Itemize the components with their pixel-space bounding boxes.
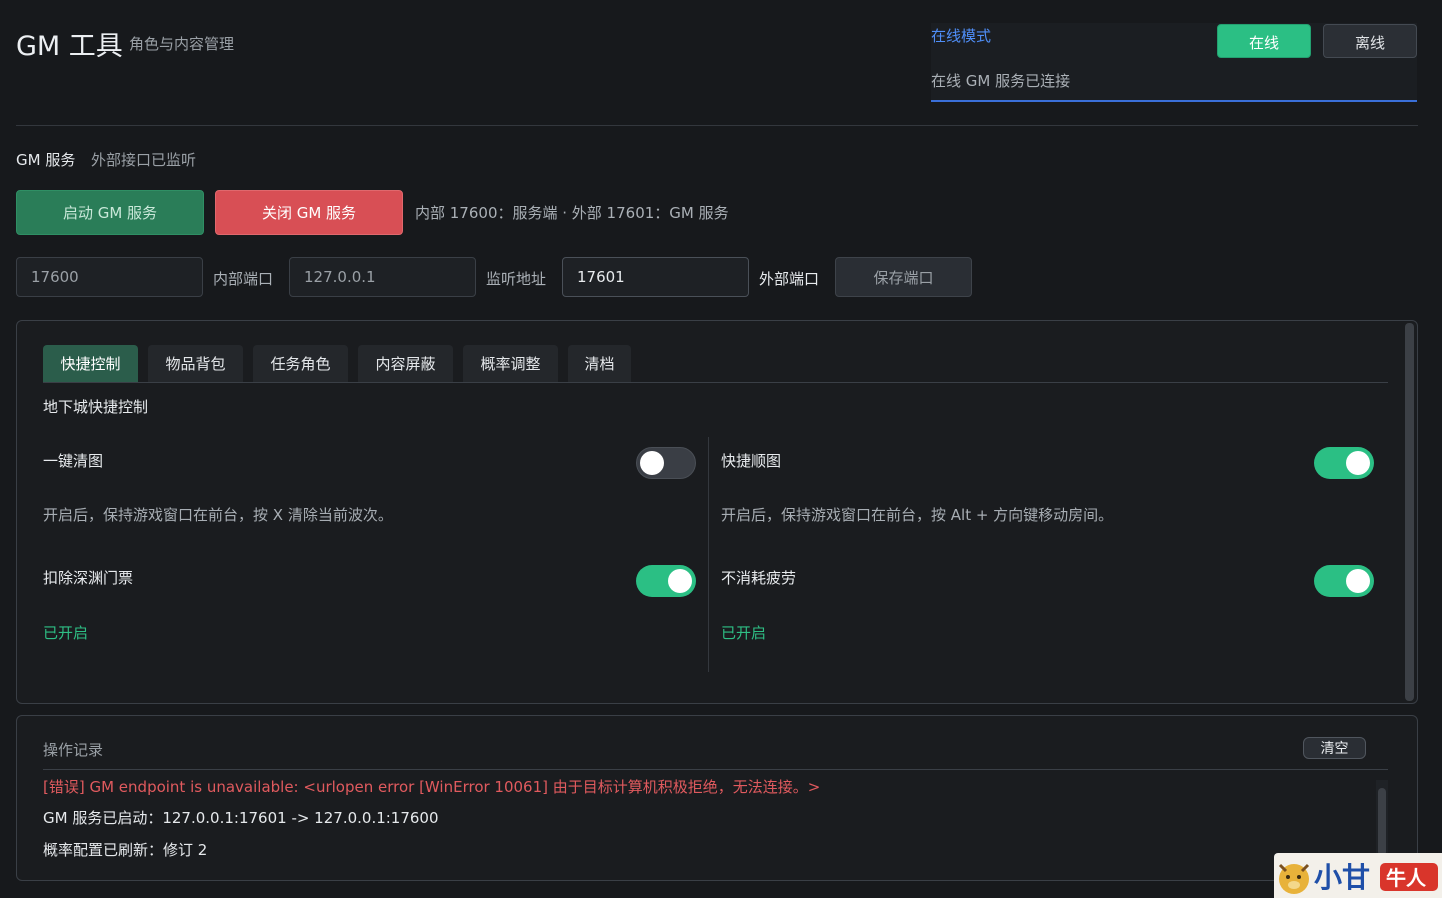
section-title: 地下城快捷控制 — [43, 398, 149, 416]
toggle-knob — [1346, 569, 1370, 593]
option-desc-quick-move: 开启后，保持游戏窗口在前台，按 Alt + 方向键移动房间。 — [721, 506, 1114, 524]
toggle-no-fatigue[interactable] — [1314, 565, 1374, 597]
panel-scrollbar[interactable] — [1405, 323, 1414, 701]
offline-button[interactable]: 离线 — [1323, 24, 1417, 58]
save-port-button[interactable]: 保存端口 — [835, 257, 972, 297]
service-status: 外部接口已监听 — [91, 151, 197, 169]
internal-port-label: 内部端口 — [213, 270, 274, 288]
mode-status-text: 在线 GM 服务已连接 — [931, 72, 1071, 90]
tab-probability[interactable]: 概率调整 — [463, 345, 558, 382]
clear-log-button[interactable]: 清空 — [1303, 737, 1366, 759]
log-entry-error: [错误] GM endpoint is unavailable: <urlope… — [43, 778, 821, 796]
toggle-knob — [668, 569, 692, 593]
tab-divider — [43, 382, 1388, 383]
app-subtitle: 角色与内容管理 — [129, 35, 235, 53]
tab-content-block[interactable]: 内容屏蔽 — [358, 345, 453, 382]
svg-text:小甘: 小甘 — [1314, 861, 1370, 894]
tab-clear-save[interactable]: 清档 — [568, 345, 631, 382]
port-info-text: 内部 17600：服务端 · 外部 17601：GM 服务 — [415, 204, 729, 222]
tab-quick-control[interactable]: 快捷控制 — [43, 345, 138, 382]
option-state-abyss-ticket: 已开启 — [43, 624, 89, 642]
log-title: 操作记录 — [43, 741, 104, 759]
log-entry: 概率配置已刷新：修订 2 — [43, 841, 208, 859]
external-port-label: 外部端口 — [759, 270, 820, 288]
option-desc-clear-map: 开启后，保持游戏窗口在前台，按 X 清除当前波次。 — [43, 506, 393, 524]
svg-text:牛人: 牛人 — [1386, 866, 1427, 890]
option-state-no-fatigue: 已开启 — [721, 624, 767, 642]
header-divider — [16, 125, 1418, 126]
log-scrollbar[interactable] — [1378, 788, 1386, 856]
external-port-input[interactable]: 17601 — [562, 257, 749, 297]
toggle-quick-move[interactable] — [1314, 447, 1374, 479]
control-panel: 快捷控制 物品背包 任务角色 内容屏蔽 概率调整 清档 地下城快捷控制 一键清图… — [16, 320, 1418, 704]
start-service-button[interactable]: 启动 GM 服务 — [16, 190, 204, 235]
toggle-abyss-ticket[interactable] — [636, 565, 696, 597]
mode-panel: 在线模式 在线 离线 在线 GM 服务已连接 — [931, 23, 1417, 102]
tab-inventory[interactable]: 物品背包 — [148, 345, 243, 382]
log-panel: 操作记录 清空 [错误] GM endpoint is unavailable:… — [16, 715, 1418, 881]
watermark-graphic: 小甘 牛人 — [1278, 861, 1438, 894]
internal-port-input[interactable]: 17600 — [16, 257, 203, 297]
log-entry: GM 服务已启动：127.0.0.1:17601 -> 127.0.0.1:17… — [43, 809, 439, 827]
service-title: GM 服务 — [16, 151, 76, 169]
stop-service-button[interactable]: 关闭 GM 服务 — [215, 190, 403, 235]
option-label-no-fatigue: 不消耗疲劳 — [721, 569, 797, 587]
mode-label: 在线模式 — [931, 27, 992, 45]
app-title: GM 工具 — [16, 31, 123, 62]
listen-address-input[interactable]: 127.0.0.1 — [289, 257, 476, 297]
online-button[interactable]: 在线 — [1217, 24, 1311, 58]
toggle-knob — [1346, 451, 1370, 475]
column-divider — [708, 437, 709, 672]
listen-address-label: 监听地址 — [486, 270, 547, 288]
toggle-knob — [640, 451, 664, 475]
tab-quest-character[interactable]: 任务角色 — [253, 345, 348, 382]
option-label-abyss-ticket: 扣除深渊门票 — [43, 569, 134, 587]
option-label-quick-move: 快捷顺图 — [721, 452, 782, 470]
watermark-logo: 小甘 牛人 — [1274, 853, 1442, 898]
log-divider — [43, 769, 1388, 770]
toggle-clear-map[interactable] — [636, 447, 696, 479]
option-label-clear-map: 一键清图 — [43, 452, 104, 470]
